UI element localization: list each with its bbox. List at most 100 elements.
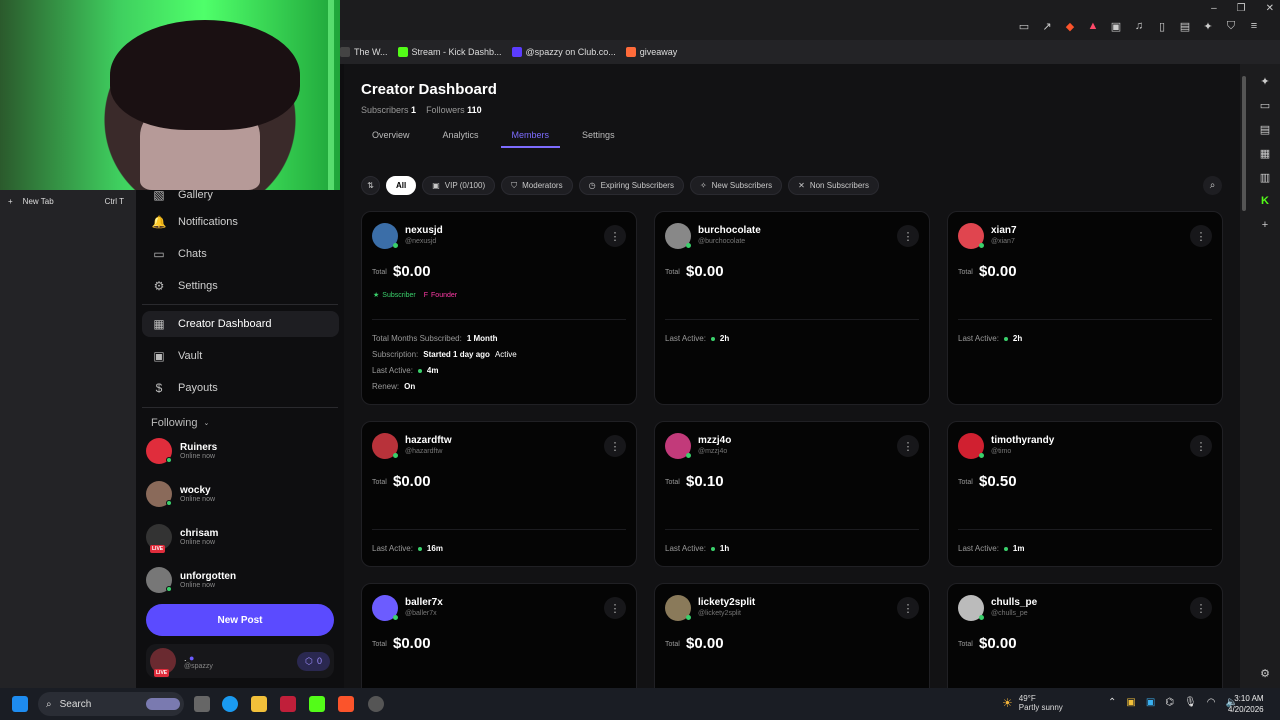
scrollbar[interactable] [1242, 76, 1246, 211]
sidebar-item-notifications[interactable]: 🔔 Notifications [142, 209, 339, 235]
sidebar-item-vault[interactable]: ▣ Vault [142, 343, 339, 369]
last-active-label: Last Active: [665, 334, 706, 343]
member-card[interactable]: timothyrandy @timo ⋮ Total $0.50 Last Active:… [947, 421, 1223, 567]
member-card[interactable]: baller7x @baller7x ⋮ Total $0.00 [361, 583, 637, 688]
menu-icon[interactable]: ≡ [1248, 20, 1260, 32]
clock[interactable]: 3:10 AM 4/20/2026 [1228, 693, 1264, 715]
member-card[interactable]: xian7 @xian7 ⋮ Total $0.00 Last Active: 2h [947, 211, 1223, 405]
new-post-button[interactable]: New Post [146, 604, 334, 636]
following-item[interactable]: unforgotten Online now [146, 564, 336, 596]
tab-analytics[interactable]: Analytics [432, 130, 490, 148]
rewards-icon[interactable]: ▲ [1087, 20, 1099, 32]
brave-icon[interactable] [338, 696, 354, 712]
tv-icon[interactable]: ▭ [1258, 98, 1272, 112]
filter-row: ⇅ All ▣ VIP (0/100) ⛉ Moderators ◷ Expiring Su… [361, 176, 879, 195]
vip-filter[interactable]: ▣ VIP (0/100) [422, 176, 496, 195]
tray-app-icon[interactable]: ▣ [1126, 697, 1135, 708]
taskbar-search[interactable]: ⌕ Search [38, 692, 184, 716]
more-options-button[interactable]: ⋮ [1190, 225, 1212, 247]
music-icon[interactable]: ♫ [1133, 20, 1145, 32]
page-title: Creator Dashboard [361, 81, 497, 98]
more-options-button[interactable]: ⋮ [897, 435, 919, 457]
following-item[interactable]: wocky Online now [146, 478, 336, 510]
online-dot [710, 336, 715, 341]
microphone-icon[interactable]: 🎙 [1184, 697, 1197, 708]
sidebar-toggle-icon[interactable]: ▯ [1156, 20, 1168, 33]
leo-sidebar-icon[interactable]: ✦ [1258, 74, 1272, 88]
kick-taskbar-icon[interactable] [309, 696, 325, 712]
new-subscribers-filter[interactable]: ✧ New Subscribers [689, 176, 783, 195]
coins-balance[interactable]: ⬡ 0 [297, 651, 330, 671]
tray-app-icon[interactable]: ▣ [1146, 697, 1155, 708]
file-explorer-icon[interactable] [251, 696, 267, 712]
obs-icon[interactable] [368, 696, 384, 712]
all-filter[interactable]: All [386, 176, 417, 195]
share-icon[interactable]: ↗ [1041, 20, 1053, 33]
bookmark-item[interactable]: giveaway [625, 47, 677, 57]
member-card[interactable]: chulls_pe @chulls_pe ⋮ Total $0.00 [947, 583, 1223, 688]
following-name: Ruiners [180, 442, 218, 453]
wallet-sidebar-icon[interactable]: ▤ [1258, 122, 1272, 136]
chevron-up-icon[interactable]: ⌃ [1108, 697, 1116, 708]
tab-overview[interactable]: Overview [361, 130, 421, 148]
windows-start-icon[interactable] [12, 696, 28, 712]
reading-list-icon[interactable]: ▥ [1258, 170, 1272, 184]
more-options-button[interactable]: ⋮ [1190, 597, 1212, 619]
more-options-button[interactable]: ⋮ [1190, 435, 1212, 457]
leo-icon[interactable]: ✦ [1202, 20, 1214, 33]
member-card[interactable]: mzzj4o @mzzj4o ⋮ Total $0.10 Last Active: 1h [654, 421, 930, 567]
tab-settings[interactable]: Settings [571, 130, 626, 148]
moderators-filter[interactable]: ⛉ Moderators [501, 176, 573, 195]
online-dot [417, 546, 422, 551]
member-card[interactable]: hazardftw @hazardftw ⋮ Total $0.00 Last Activ… [361, 421, 637, 567]
network-icon[interactable]: ⌬ [1165, 697, 1174, 708]
member-card[interactable]: lickety2split @lickety2split ⋮ Total $0.00 [654, 583, 930, 688]
add-icon[interactable]: + [1258, 218, 1272, 232]
sidebar-item-chats[interactable]: ▭ Chats [142, 241, 339, 267]
member-card[interactable]: nexusjd @nexusjd ⋮ Total $0.00 ★ Subscriber F Fo… [361, 211, 637, 405]
minimize-icon[interactable]: – [1211, 3, 1217, 14]
profile-row[interactable]: LIVE . ● @spazzy ⬡ 0 [146, 644, 334, 678]
following-item[interactable]: LIVE chrisam Online now [146, 521, 336, 553]
weather-desc: Partly sunny [1018, 703, 1063, 712]
tab-members[interactable]: Members [500, 130, 561, 148]
sidebar-item-creator-dashboard[interactable]: ▦ Creator Dashboard [142, 311, 339, 337]
adobe-icon[interactable] [280, 696, 296, 712]
kick-icon[interactable]: K [1258, 194, 1272, 208]
non-subscribers-filter[interactable]: ✕ Non Subscribers [788, 176, 879, 195]
screen-icon[interactable]: ▭ [1018, 20, 1030, 33]
more-options-button[interactable]: ⋮ [604, 225, 626, 247]
restore-icon[interactable]: ❐ [1237, 3, 1246, 14]
wifi-icon[interactable]: ◠ [1207, 697, 1216, 708]
expiring-filter[interactable]: ◷ Expiring Subscribers [578, 176, 684, 195]
following-header[interactable]: Following ⌄ [151, 417, 209, 429]
vpn-icon[interactable]: ⛉ [1225, 20, 1237, 32]
verified-icon: ● [189, 652, 195, 663]
close-icon[interactable]: ✕ [1266, 3, 1274, 14]
weather-widget[interactable]: ☀ 49°F Partly sunny [1002, 694, 1063, 712]
bookmark-icon[interactable]: ▦ [1258, 146, 1272, 160]
more-options-button[interactable]: ⋮ [897, 597, 919, 619]
wallet-icon[interactable]: ▤ [1179, 20, 1191, 33]
following-item[interactable]: Ruiners Online now [146, 435, 336, 467]
more-options-button[interactable]: ⋮ [604, 435, 626, 457]
last-active: Last Active: 1h [665, 544, 729, 553]
more-options-button[interactable]: ⋮ [604, 597, 626, 619]
extensions-icon[interactable]: ▣ [1110, 20, 1122, 33]
bookmark-item[interactable]: Stream - Kick Dashb... [397, 47, 502, 57]
brave-shield-icon[interactable]: ◆ [1064, 20, 1076, 33]
search-button[interactable]: ⌕ [1203, 176, 1222, 195]
sidebar-item-payouts[interactable]: $ Payouts [142, 375, 339, 401]
more-options-button[interactable]: ⋮ [897, 225, 919, 247]
new-tab-row[interactable]: + New Tab Ctrl T [0, 197, 136, 206]
sidebar-item-settings[interactable]: ⚙ Settings [142, 273, 339, 299]
sort-button[interactable]: ⇅ [361, 176, 380, 195]
subscription-value: Started 1 day ago [423, 350, 490, 359]
bookmark-item[interactable]: @spazzy on Club.co... [511, 47, 616, 57]
member-card[interactable]: burchocolate @burchocolate ⋮ Total $0.00 Last… [654, 211, 930, 405]
bookmark-item[interactable]: The W... [340, 47, 388, 57]
task-view-icon[interactable] [194, 696, 210, 712]
gear-icon[interactable]: ⚙ [1258, 666, 1272, 680]
edge-icon[interactable] [222, 696, 238, 712]
kebab-icon: ⋮ [609, 440, 621, 453]
